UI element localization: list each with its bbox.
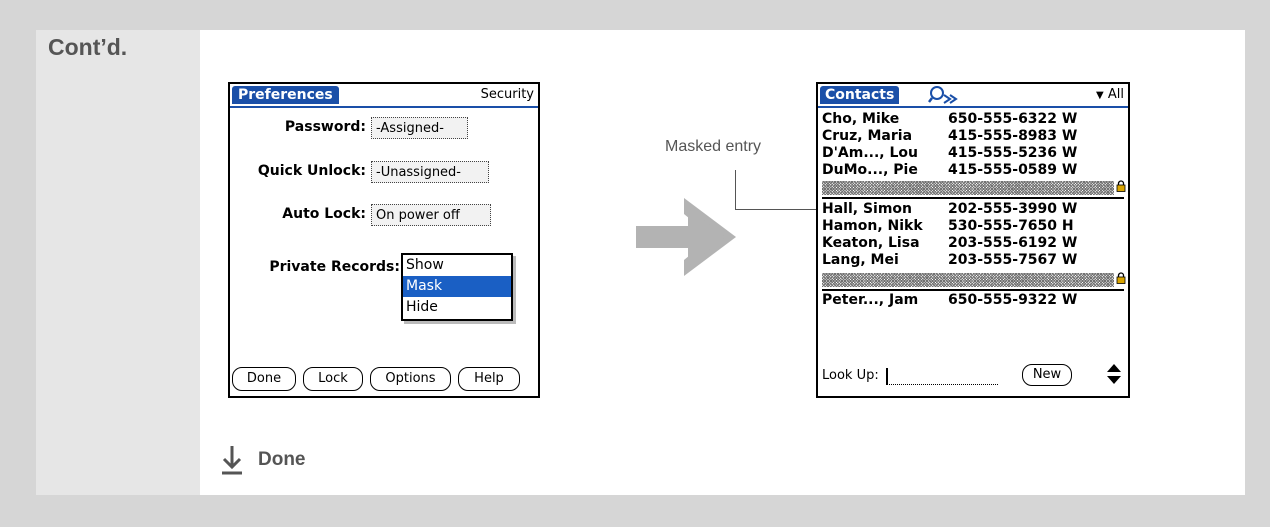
callout-leader-vertical xyxy=(735,170,736,209)
contact-row[interactable]: Cho, Mike 650-555-6322 W xyxy=(822,111,1124,128)
contacts-titlebar: Contacts ▼ All xyxy=(818,84,1128,108)
password-label: Password: xyxy=(284,119,366,135)
masked-record-row[interactable] xyxy=(822,181,1114,195)
lock-icon xyxy=(1116,272,1126,284)
contacts-title: Contacts xyxy=(820,86,900,104)
contact-row[interactable]: Lang, Mei 203-555-7567 W xyxy=(822,252,1124,269)
option-show[interactable]: Show xyxy=(403,255,511,276)
down-arrow-icon xyxy=(222,446,242,475)
help-button[interactable]: Help xyxy=(458,367,520,391)
scroll-arrows-icon[interactable] xyxy=(1106,362,1122,386)
lock-icon xyxy=(1116,180,1126,192)
private-records-label: Private Records: xyxy=(269,259,400,275)
chevron-down-icon: ▼ xyxy=(1096,90,1104,101)
done-label: Done xyxy=(258,449,306,470)
auto-lock-label: Auto Lock: xyxy=(282,206,366,222)
option-mask[interactable]: Mask xyxy=(403,276,511,297)
contact-name: Keaton, Lisa xyxy=(822,235,920,251)
contact-name: Peter..., Jam xyxy=(822,292,919,308)
contact-name: Hamon, Nikk xyxy=(822,218,923,234)
preferences-title: Preferences xyxy=(232,86,339,104)
contact-name: Cho, Mike xyxy=(822,111,900,127)
contact-name: DuMo..., Pie xyxy=(822,162,918,178)
contact-phone: 650-555-6322 W xyxy=(948,111,1078,127)
quick-unlock-label: Quick Unlock: xyxy=(257,163,366,179)
password-trigger[interactable]: -Assigned- xyxy=(371,117,468,139)
contact-row[interactable]: Peter..., Jam 650-555-9322 W xyxy=(822,292,1124,309)
contact-phone: 203-555-7567 W xyxy=(948,252,1078,268)
masked-record-row[interactable] xyxy=(822,273,1114,287)
contact-row[interactable]: Hamon, Nikk 530-555-7650 H xyxy=(822,218,1124,235)
row-divider xyxy=(822,289,1124,291)
contact-phone: 650-555-9322 W xyxy=(948,292,1078,308)
contacts-screen: Contacts ▼ All Cho, Mike 650-555-6322 W C… xyxy=(816,82,1130,398)
private-records-popup[interactable]: Show Mask Hide xyxy=(401,253,513,321)
contact-row[interactable]: Hall, Simon 202-555-3990 W xyxy=(822,201,1124,218)
preferences-screen: Preferences Security Password: -Assigned… xyxy=(228,82,540,398)
category-all: All xyxy=(1107,87,1124,102)
contact-row[interactable]: Cruz, Maria 415-555-8983 W xyxy=(822,128,1124,145)
quick-unlock-trigger[interactable]: -Unassigned- xyxy=(371,161,489,183)
category-picker[interactable]: ▼ All xyxy=(1096,86,1124,105)
masked-entry-callout: Masked entry xyxy=(665,138,762,155)
callout-leader-horizontal xyxy=(735,209,821,210)
contact-phone: 415-555-0589 W xyxy=(948,162,1078,178)
contact-phone: 530-555-7650 H xyxy=(948,218,1074,234)
section-label: Cont’d. xyxy=(48,34,128,60)
contact-row[interactable]: Keaton, Lisa 203-555-6192 W xyxy=(822,235,1124,252)
contact-name: Lang, Mei xyxy=(822,252,899,268)
contact-phone: 203-555-6192 W xyxy=(948,235,1078,251)
contact-phone: 415-555-8983 W xyxy=(948,128,1078,144)
row-divider xyxy=(822,197,1124,199)
lock-button[interactable]: Lock xyxy=(303,367,363,391)
left-column xyxy=(36,30,200,495)
right-arrow-icon xyxy=(636,198,736,276)
contact-name: Cruz, Maria xyxy=(822,128,913,144)
contact-name: Hall, Simon xyxy=(822,201,913,217)
quick-connect-icon[interactable] xyxy=(928,85,968,105)
option-hide[interactable]: Hide xyxy=(403,297,511,318)
contact-name: D'Am..., Lou xyxy=(822,145,918,161)
lookup-input[interactable] xyxy=(886,368,998,385)
category-security[interactable]: Security xyxy=(481,86,534,104)
options-button[interactable]: Options xyxy=(370,367,451,391)
preferences-titlebar: Preferences Security xyxy=(230,84,538,108)
auto-lock-trigger[interactable]: On power off xyxy=(371,204,491,226)
lookup-label: Look Up: xyxy=(822,368,879,383)
done-button[interactable]: Done xyxy=(232,367,296,391)
contact-row[interactable]: D'Am..., Lou 415-555-5236 W xyxy=(822,145,1124,162)
contact-phone: 415-555-5236 W xyxy=(948,145,1078,161)
contact-row[interactable]: DuMo..., Pie 415-555-0589 W xyxy=(822,162,1124,179)
contact-phone: 202-555-3990 W xyxy=(948,201,1078,217)
new-button[interactable]: New xyxy=(1022,364,1072,386)
